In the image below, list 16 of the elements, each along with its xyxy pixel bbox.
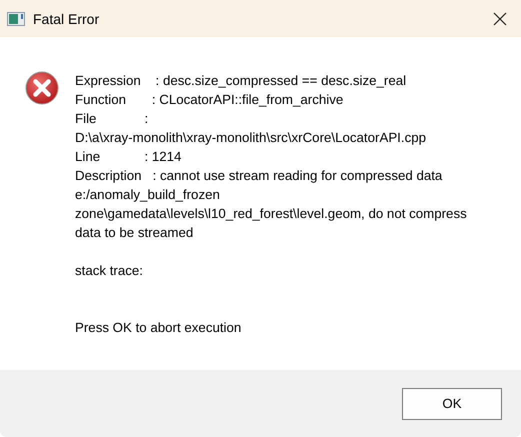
message-line: D:\a\xray-monolith\xray-monolith\src\xrCore\LocatorAPI.cpp [75, 129, 428, 147]
error-icon [25, 71, 59, 105]
message-line: Function : CLocatorAPI::file_from_archive [75, 91, 344, 109]
app-icon [7, 12, 25, 26]
ok-button[interactable]: OK [402, 388, 502, 420]
message-line: File : [75, 110, 150, 128]
message-line: zone\gamedata\levels\l10_red_forest\level.geom, do not compress [75, 205, 467, 223]
message-line: Press OK to abort execution [75, 319, 242, 337]
message-line: data to be streamed [75, 224, 194, 242]
message-line: stack trace: [75, 262, 144, 280]
message-line: e:/anomaly_build_frozen [75, 186, 221, 204]
message-line: Expression : desc.size_compressed == desc.size_real [75, 72, 408, 90]
window-title: Fatal Error [33, 10, 100, 26]
message-line: Description : cannot use stream reading for compressed data [75, 167, 444, 185]
close-icon[interactable] [493, 12, 507, 26]
message-line: Line : 1214 [75, 148, 182, 166]
